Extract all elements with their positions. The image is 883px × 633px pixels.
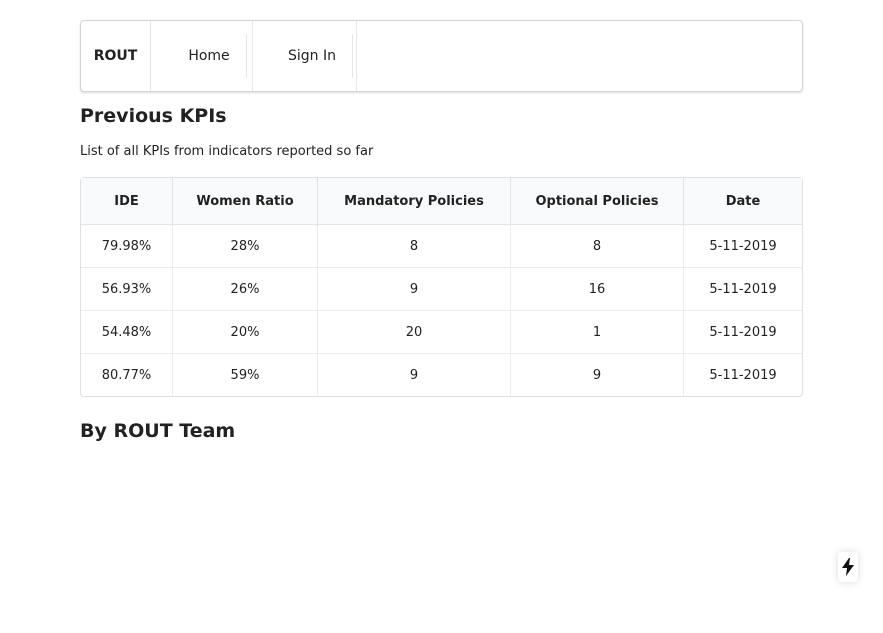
table-row: 80.77% 59% 9 9 5-11-2019 <box>81 354 802 396</box>
header-women-ratio: Women Ratio <box>173 178 318 225</box>
cell-women-ratio: 26% <box>173 268 318 311</box>
lightning-bolt-icon <box>842 558 854 576</box>
header-ide: IDE <box>81 178 173 225</box>
cell-mandatory-policies: 8 <box>318 225 511 268</box>
nav-sign-in-label: Sign In <box>256 34 353 78</box>
cell-optional-policies: 16 <box>511 268 684 311</box>
kpi-table: IDE Women Ratio Mandatory Policies Optio… <box>80 177 803 397</box>
cell-ide: 80.77% <box>81 354 173 396</box>
header-mandatory-policies: Mandatory Policies <box>318 178 511 225</box>
cell-ide: 79.98% <box>81 225 173 268</box>
table-row: 54.48% 20% 20 1 5-11-2019 <box>81 311 802 354</box>
lightning-action-button[interactable] <box>838 552 858 582</box>
page-subtitle: List of all KPIs from indicators reporte… <box>80 144 374 159</box>
top-navbar: ROUT Home Sign In <box>80 20 803 92</box>
header-optional-policies: Optional Policies <box>511 178 684 225</box>
cell-optional-policies: 9 <box>511 354 684 396</box>
cell-date: 5-11-2019 <box>684 268 802 311</box>
cell-date: 5-11-2019 <box>684 311 802 354</box>
cell-mandatory-policies: 9 <box>318 268 511 311</box>
brand-link[interactable]: ROUT <box>81 21 151 91</box>
table-row: 79.98% 28% 8 8 5-11-2019 <box>81 225 802 268</box>
table-header-row: IDE Women Ratio Mandatory Policies Optio… <box>81 178 802 225</box>
footer-credit: By ROUT Team <box>80 420 236 442</box>
cell-women-ratio: 20% <box>173 311 318 354</box>
cell-optional-policies: 8 <box>511 225 684 268</box>
cell-date: 5-11-2019 <box>684 225 802 268</box>
cell-ide: 56.93% <box>81 268 173 311</box>
cell-mandatory-policies: 9 <box>318 354 511 396</box>
nav-home[interactable]: Home <box>151 21 253 91</box>
table-row: 56.93% 26% 9 16 5-11-2019 <box>81 268 802 311</box>
cell-ide: 54.48% <box>81 311 173 354</box>
nav-sign-in[interactable]: Sign In <box>253 21 357 91</box>
page: ROUT Home Sign In Previous KPIs List of … <box>0 0 883 633</box>
cell-optional-policies: 1 <box>511 311 684 354</box>
header-date: Date <box>684 178 802 225</box>
cell-women-ratio: 59% <box>173 354 318 396</box>
cell-mandatory-policies: 20 <box>318 311 511 354</box>
nav-home-label: Home <box>156 34 247 78</box>
cell-women-ratio: 28% <box>173 225 318 268</box>
page-title: Previous KPIs <box>80 105 227 127</box>
cell-date: 5-11-2019 <box>709 367 777 383</box>
